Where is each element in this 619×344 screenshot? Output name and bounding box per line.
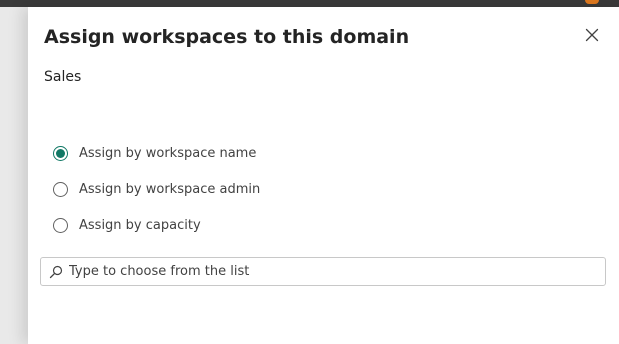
notification-indicator xyxy=(585,0,599,4)
radio-label: Assign by capacity xyxy=(79,217,201,233)
radio-button[interactable] xyxy=(53,181,68,197)
radio-assign-by-workspace-admin[interactable]: Assign by workspace admin xyxy=(53,171,260,207)
search-input[interactable] xyxy=(69,264,569,279)
close-button[interactable] xyxy=(582,25,602,45)
workspace-search-box[interactable] xyxy=(40,257,606,286)
radio-label: Assign by workspace admin xyxy=(79,181,261,197)
radio-button[interactable] xyxy=(53,217,68,233)
app-header-strip xyxy=(0,0,619,7)
radio-label: Assign by workspace name xyxy=(79,145,257,161)
radio-button-selected[interactable] xyxy=(53,145,68,161)
assign-method-radio-group: Assign by workspace name Assign by works… xyxy=(53,135,260,243)
radio-selected-dot xyxy=(56,148,65,158)
radio-assign-by-workspace-name[interactable]: Assign by workspace name xyxy=(53,135,260,171)
assign-workspaces-panel: Assign workspaces to this domain Sales A… xyxy=(28,7,619,344)
panel-title: Assign workspaces to this domain xyxy=(44,26,410,48)
domain-name: Sales xyxy=(44,69,82,85)
search-icon xyxy=(49,265,63,279)
close-icon xyxy=(585,28,599,42)
radio-assign-by-capacity[interactable]: Assign by capacity xyxy=(53,207,260,243)
